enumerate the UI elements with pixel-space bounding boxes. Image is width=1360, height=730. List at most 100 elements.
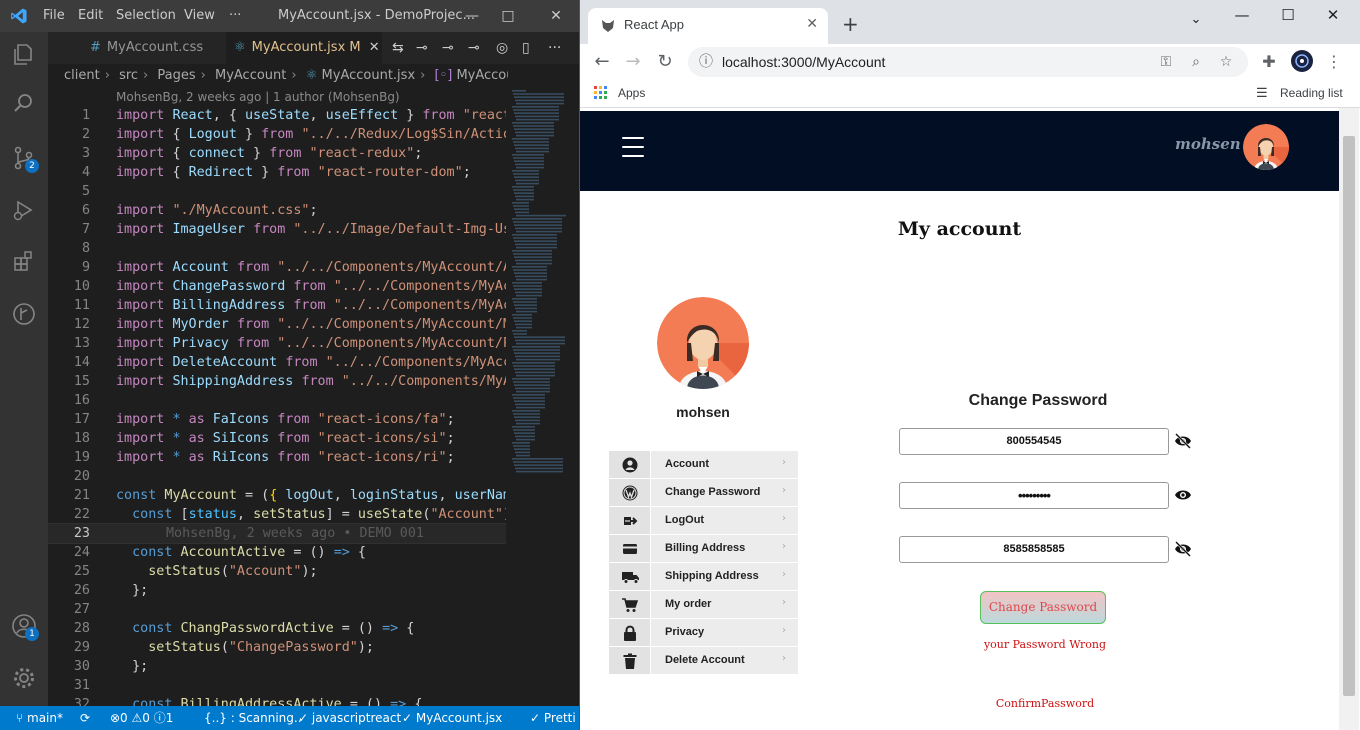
menu-item-my-order[interactable]: My order › xyxy=(609,591,798,619)
breadcrumb-pages[interactable]: Pages xyxy=(157,68,195,83)
key-icon[interactable]: ⚿ xyxy=(1158,54,1174,70)
code-line[interactable]: 31 xyxy=(48,676,506,695)
change-password-button[interactable]: Change Password xyxy=(980,591,1106,624)
git-commit-icon[interactable]: ⊸ xyxy=(442,32,454,64)
code-line[interactable]: 10 import ChangePassword from "../../Comp… xyxy=(48,277,506,296)
blame-header[interactable]: MohsenBg, 2 weeks ago | 1 author (Mohsen… xyxy=(116,88,400,106)
reading-list-icon[interactable]: ☰ xyxy=(1256,85,1268,101)
eye-off-icon[interactable] xyxy=(1174,433,1192,449)
code-line[interactable]: 18 import * as SiIcons from "react-icons/… xyxy=(48,429,506,448)
code-line[interactable]: 23 MohsenBg, 2 weeks ago • DEMO 001 xyxy=(48,523,506,544)
breadcrumb-src[interactable]: src xyxy=(119,68,138,83)
split-editor-icon[interactable]: ▯ xyxy=(522,32,530,64)
branch-status[interactable]: ⑂ main* xyxy=(16,706,63,730)
code-line[interactable]: 32 const BillingAddressActive = () => { xyxy=(48,695,506,706)
tab-myaccount-css[interactable]: # MyAccount.css xyxy=(82,32,222,64)
git-next-icon[interactable]: ⊸ xyxy=(468,32,480,64)
breadcrumb-file[interactable]: MyAccount.jsx xyxy=(322,68,416,83)
close-icon[interactable]: ✕ xyxy=(1313,6,1353,30)
compare-icon[interactable]: ⇆ xyxy=(392,32,404,64)
git-prev-icon[interactable]: ⊸ xyxy=(416,32,428,64)
code-editor[interactable]: MohsenBg, 2 weeks ago | 1 author (Mohsen… xyxy=(48,88,506,706)
code-line[interactable]: 27 xyxy=(48,600,506,619)
tab-myaccount-jsx[interactable]: ⚛ MyAccount.jsx M ✕ xyxy=(226,32,382,64)
extensions-icon[interactable] xyxy=(10,248,38,276)
prettier-status[interactable]: ✓ Pretti xyxy=(530,706,576,730)
forward-icon[interactable]: → xyxy=(621,50,645,74)
language-status[interactable]: ✓ javascriptreact xyxy=(298,706,401,730)
menu-item-account[interactable]: Account › xyxy=(609,451,798,479)
breadcrumb-client[interactable]: client xyxy=(64,68,100,83)
close-icon[interactable]: ✕ xyxy=(539,0,573,32)
menu-selection[interactable]: Selection xyxy=(116,0,176,32)
code-line[interactable]: 21 const MyAccount = ({ logOut, loginStat… xyxy=(48,486,506,505)
code-line[interactable]: 1 import React, { useState, useEffect } f… xyxy=(48,106,506,125)
nav-avatar[interactable] xyxy=(1243,124,1289,170)
code-line[interactable]: 7 import ImageUser from "../../Image/Defa… xyxy=(48,220,506,239)
minimap[interactable] xyxy=(506,88,567,706)
scrollbar-thumb[interactable] xyxy=(1343,136,1355,696)
code-line[interactable]: 2 import { Logout } from "../../Redux/Log… xyxy=(48,125,506,144)
code-line[interactable]: 11 import BillingAddress from "../../Comp… xyxy=(48,296,506,315)
hamburger-menu-icon[interactable] xyxy=(622,137,644,157)
menu-item-shipping-address[interactable]: Shipping Address › xyxy=(609,563,798,591)
menu-item-privacy[interactable]: Privacy › xyxy=(609,619,798,647)
code-line[interactable]: 20 xyxy=(48,467,506,486)
breadcrumb-symbol[interactable]: MyAccount xyxy=(456,68,508,83)
menu-more[interactable]: ··· xyxy=(229,0,241,32)
code-line[interactable]: 6 import "./MyAccount.css"; xyxy=(48,201,506,220)
extensions-icon[interactable]: ✚ xyxy=(1257,50,1281,74)
explorer-icon[interactable] xyxy=(10,40,38,68)
gear-icon[interactable] xyxy=(10,664,38,692)
code-line[interactable]: 28 const ChangPasswordActive = () => { xyxy=(48,619,506,638)
code-line[interactable]: 25 setStatus("Account"); xyxy=(48,562,506,581)
file-status[interactable]: ✓ MyAccount.jsx xyxy=(402,706,502,730)
new-tab-icon[interactable]: + xyxy=(842,12,859,36)
back-icon[interactable]: ← xyxy=(590,50,614,74)
code-line[interactable]: 15 import ShippingAddress from "../../Com… xyxy=(48,372,506,391)
reload-icon[interactable]: ↻ xyxy=(653,50,677,74)
address-bar[interactable]: ⓘ localhost:3000/MyAccount ⚿ ⌕ ☆ xyxy=(688,47,1248,77)
menu-item-change-password[interactable]: Change Password › xyxy=(609,479,798,507)
problems-status[interactable]: ⊗0 ⚠0 ⓘ1 xyxy=(110,706,173,730)
eye-off-icon[interactable] xyxy=(1174,541,1192,557)
code-line[interactable]: 30 }; xyxy=(48,657,506,676)
menu-item-logout[interactable]: LogOut › xyxy=(609,507,798,535)
apps-icon[interactable] xyxy=(594,86,608,103)
minimize-icon[interactable]: — xyxy=(1222,6,1262,30)
eye-icon[interactable] xyxy=(1174,487,1192,503)
code-line[interactable]: 13 import Privacy from "../../Components/… xyxy=(48,334,506,353)
menu-item-delete-account[interactable]: Delete Account › xyxy=(609,647,798,675)
maximize-icon[interactable]: ☐ xyxy=(1268,6,1308,30)
code-line[interactable]: 17 import * as FaIcons from "react-icons/… xyxy=(48,410,506,429)
more-actions-icon[interactable]: ··· xyxy=(548,32,561,64)
apps-bookmark[interactable]: Apps xyxy=(618,86,645,100)
code-line[interactable]: 14 import DeleteAccount from "../../Compo… xyxy=(48,353,506,372)
maximize-icon[interactable]: □ xyxy=(491,0,525,32)
page-scrollbar[interactable] xyxy=(1339,108,1359,730)
code-line[interactable]: 29 setStatus("ChangePassword"); xyxy=(48,638,506,657)
close-tab-icon[interactable]: ✕ xyxy=(369,40,380,55)
browser-tab[interactable]: React App ✕ xyxy=(588,8,828,44)
git-graph-icon[interactable] xyxy=(10,300,38,328)
editor-scrollbar[interactable] xyxy=(566,88,579,706)
new-password-field[interactable]: ••••••••• xyxy=(899,482,1169,509)
run-debug-icon[interactable] xyxy=(10,196,38,224)
code-line[interactable]: 9 import Account from "../../Components/M… xyxy=(48,258,506,277)
star-icon[interactable]: ☆ xyxy=(1218,54,1234,70)
close-tab-icon[interactable]: ✕ xyxy=(806,16,818,32)
code-line[interactable]: 26 }; xyxy=(48,581,506,600)
menu-file[interactable]: File xyxy=(43,0,65,32)
code-line[interactable]: 12 import MyOrder from "../../Components/… xyxy=(48,315,506,334)
code-line[interactable]: 3 import { connect } from "react-redux"; xyxy=(48,144,506,163)
nav-username[interactable]: mohsen xyxy=(1175,135,1241,153)
code-line[interactable]: 8 xyxy=(48,239,506,258)
code-line[interactable]: 19 import * as RiIcons from "react-icons/… xyxy=(48,448,506,467)
code-line[interactable]: 4 import { Redirect } from "react-router-… xyxy=(48,163,506,182)
sync-icon[interactable]: ⟳ xyxy=(80,706,90,730)
code-line[interactable]: 22 const [status, setStatus] = useState(… xyxy=(48,505,506,524)
confirm-password-field[interactable]: 8585858585 xyxy=(899,536,1169,563)
info-icon[interactable]: ⓘ xyxy=(698,54,714,70)
menu-edit[interactable]: Edit xyxy=(78,0,103,32)
code-line[interactable]: 5 xyxy=(48,182,506,201)
